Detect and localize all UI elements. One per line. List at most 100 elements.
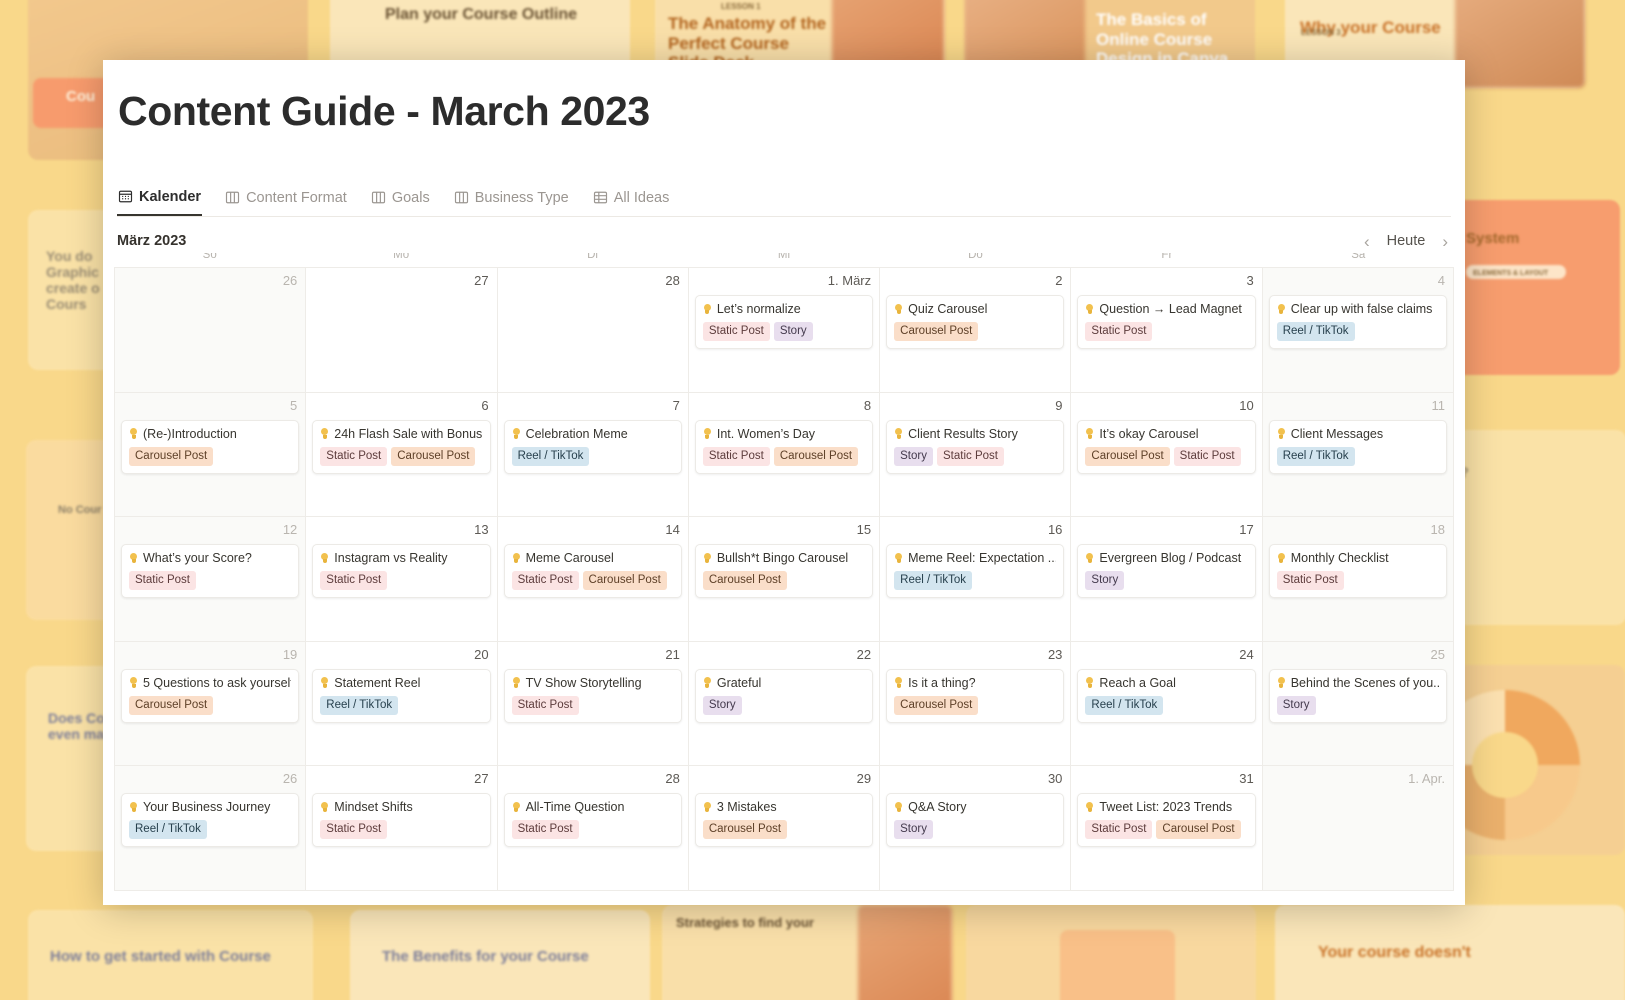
event-card[interactable]: Behind the Scenes of you... Story [1268, 668, 1447, 723]
day-number: 26 [282, 273, 298, 288]
tab-label: Kalender [139, 188, 202, 205]
event-card[interactable]: Tweet List: 2023 Trends Static Post Carous… [1077, 793, 1256, 847]
month-grid: 26 27 28 1. März Let’s normalize Static Post S… [114, 267, 1454, 891]
event-card[interactable]: Meme Reel: Expectation ... Reel / TikTok [886, 544, 1065, 598]
event-card[interactable]: Question → Lead Magnet Static Post [1077, 295, 1256, 349]
day-cell[interactable]: 7 Celebration Meme Reel / TikTok [497, 392, 689, 517]
day-number: 28 [665, 273, 680, 288]
event-card[interactable]: Is it a thing? Carousel Post [886, 668, 1065, 723]
day-cell[interactable]: 26 [115, 268, 307, 393]
event-card[interactable]: 3 Mistakes Carousel Post [694, 793, 874, 847]
event-card[interactable]: Client Messages Reel / TikTok [1268, 419, 1447, 474]
event-card[interactable]: Evergreen Blog / Podcast Story [1077, 544, 1256, 598]
day-cell[interactable]: 18 Monthly Checklist Static Post [1262, 517, 1454, 642]
day-cell[interactable]: 1. März Let’s normalize Static Post Story [688, 268, 881, 393]
event-title-row: Evergreen Blog / Podcast [1085, 551, 1247, 566]
tag-chip: Static Post [1276, 571, 1344, 590]
event-card[interactable]: Int. Women’s Day Static Post Carousel Post [694, 419, 874, 474]
tab-all-ideas[interactable]: All Ideas [592, 185, 671, 216]
event-card[interactable]: Instagram vs Reality Static Post [312, 544, 491, 598]
day-cell[interactable]: 31 Tweet List: 2023 Trends Static Post Caro… [1071, 766, 1263, 891]
event-card[interactable]: 5 Questions to ask yourself Carousel Post [121, 668, 300, 723]
day-cell[interactable]: 6 24h Flash Sale with Bonus Static Post Car… [306, 392, 498, 517]
day-number: 20 [474, 646, 489, 662]
event-card[interactable]: What’s your Score? Static Post [121, 544, 300, 598]
event-card[interactable]: Reach a Goal Reel / TikTok [1077, 668, 1256, 723]
lightbulb-icon [1085, 303, 1094, 316]
event-title: Tweet List: 2023 Trends [1099, 800, 1233, 814]
day-cell[interactable]: 10 It’s okay Carousel Carousel Post Static … [1071, 392, 1263, 517]
lightbulb-icon [1277, 303, 1286, 316]
event-tags: Reel / TikTok [320, 695, 482, 715]
lightbulb-icon [512, 801, 521, 814]
event-card[interactable]: Statement Reel Reel / TikTok [312, 668, 491, 723]
background-text: How to get started with Course [50, 948, 271, 965]
event-card[interactable]: Client Results Story Story Static Post [886, 419, 1065, 474]
event-card[interactable]: All-Time Question Static Post [503, 793, 682, 847]
day-cell[interactable]: 12 What’s your Score? Static Post [115, 517, 307, 642]
tab-content-format[interactable]: Content Format [224, 185, 348, 216]
day-cell[interactable]: 30 Q&A Story Story [880, 766, 1072, 891]
lightbulb-icon [894, 303, 903, 316]
day-cell[interactable]: 1. Apr. [1262, 766, 1454, 891]
day-cell[interactable]: 27 Mindset Shifts Static Post [306, 766, 498, 891]
event-card[interactable]: TV Show Storytelling Static Post [503, 668, 682, 723]
weekday-header: So Mo Di Mi Do Fr Sa [114, 253, 1454, 267]
day-cell[interactable]: 22 Grateful Story [688, 641, 881, 766]
day-cell[interactable]: 27 [306, 268, 498, 393]
event-card[interactable]: Let’s normalize Static Post Story [694, 295, 874, 349]
event-title: Quiz Carousel [908, 302, 988, 316]
lightbulb-icon [129, 552, 138, 565]
day-cell[interactable]: 16 Meme Reel: Expectation ... Reel / TikTo… [880, 517, 1072, 642]
day-cell[interactable]: 25 Behind the Scenes of you... Story [1262, 641, 1454, 766]
event-card[interactable]: Quiz Carousel Carousel Post [886, 295, 1065, 349]
day-cell[interactable]: 3 Question → Lead Magnet Static Post [1071, 268, 1263, 393]
day-cell[interactable]: 20 Statement Reel Reel / TikTok [306, 641, 498, 766]
day-cell[interactable]: 13 Instagram vs Reality Static Post [306, 517, 498, 642]
tab-kalender[interactable]: Kalender [117, 185, 203, 216]
lightbulb-icon [1085, 677, 1094, 689]
day-cell[interactable]: 2 Quiz Carousel Carousel Post [880, 268, 1072, 393]
day-cell[interactable]: 8 Int. Women’s Day Static Post Carousel Pos… [688, 392, 881, 517]
background-text: ELEMENTS & LAYOUT [1473, 270, 1549, 277]
day-cell[interactable]: 4 Clear up with false claims Reel / TikTok [1262, 268, 1454, 393]
day-cell[interactable]: 5 (Re-)Introduction Carousel Post [115, 392, 307, 517]
day-cell[interactable]: 24 Reach a Goal Reel / TikTok [1071, 641, 1263, 766]
event-card[interactable]: Grateful Story [694, 668, 874, 723]
tab-business-type[interactable]: Business Type [453, 185, 570, 216]
event-title-row: Monthly Checklist [1277, 551, 1439, 566]
day-cell[interactable]: 15 Bullsh*t Bingo Carousel Carousel Post [688, 517, 881, 642]
event-title-row: Tweet List: 2023 Trends [1085, 800, 1247, 815]
day-cell[interactable]: 26 Your Business Journey Reel / TikTok [115, 766, 307, 891]
event-card[interactable]: It’s okay Carousel Carousel Post Static Po… [1077, 419, 1256, 474]
tab-goals[interactable]: Goals [370, 185, 431, 216]
event-title-row: All-Time Question [512, 800, 674, 815]
day-cell[interactable]: 28 [497, 268, 689, 393]
day-cell[interactable]: 9 Client Results Story Story Static Post [880, 392, 1072, 517]
event-card[interactable]: Monthly Checklist Static Post [1268, 544, 1447, 598]
day-cell[interactable]: 23 Is it a thing? Carousel Post [880, 641, 1072, 766]
day-cell[interactable]: 11 Client Messages Reel / TikTok [1262, 392, 1454, 517]
day-cell[interactable]: 19 5 Questions to ask yourself Carousel Po… [115, 641, 307, 766]
event-card[interactable]: Your Business Journey Reel / TikTok [121, 793, 300, 847]
day-cell[interactable]: 21 TV Show Storytelling Static Post [497, 641, 689, 766]
tag-chip: Reel / TikTok [320, 695, 399, 715]
event-card[interactable]: 24h Flash Sale with Bonus Static Post Caro… [312, 419, 491, 474]
background-text: Strategies to find your [676, 915, 814, 930]
event-card[interactable]: Meme Carousel Static Post Carousel Post [503, 544, 682, 598]
event-card[interactable]: (Re-)Introduction Carousel Post [121, 419, 300, 474]
event-card[interactable]: Q&A Story Story [886, 793, 1065, 847]
day-cell[interactable]: 17 Evergreen Blog / Podcast Story [1071, 517, 1263, 642]
day-cell[interactable]: 29 3 Mistakes Carousel Post [688, 766, 881, 891]
day-cell[interactable]: 28 All-Time Question Static Post [497, 766, 689, 891]
event-card[interactable]: Clear up with false claims Reel / TikTok [1268, 295, 1447, 349]
chevron-left-icon[interactable]: ‹ [1361, 231, 1373, 252]
event-card[interactable]: Celebration Meme Reel / TikTok [503, 419, 682, 474]
event-card[interactable]: Bullsh*t Bingo Carousel Carousel Post [694, 544, 874, 598]
day-cell[interactable]: 14 Meme Carousel Static Post Carousel Post [497, 517, 689, 642]
month-label: März 2023 [117, 233, 187, 249]
event-card[interactable]: Mindset Shifts Static Post [312, 793, 491, 847]
today-button[interactable]: Heute [1387, 233, 1426, 249]
tag-chip: Reel / TikTok [1085, 695, 1164, 715]
chevron-right-icon[interactable]: › [1439, 231, 1451, 252]
